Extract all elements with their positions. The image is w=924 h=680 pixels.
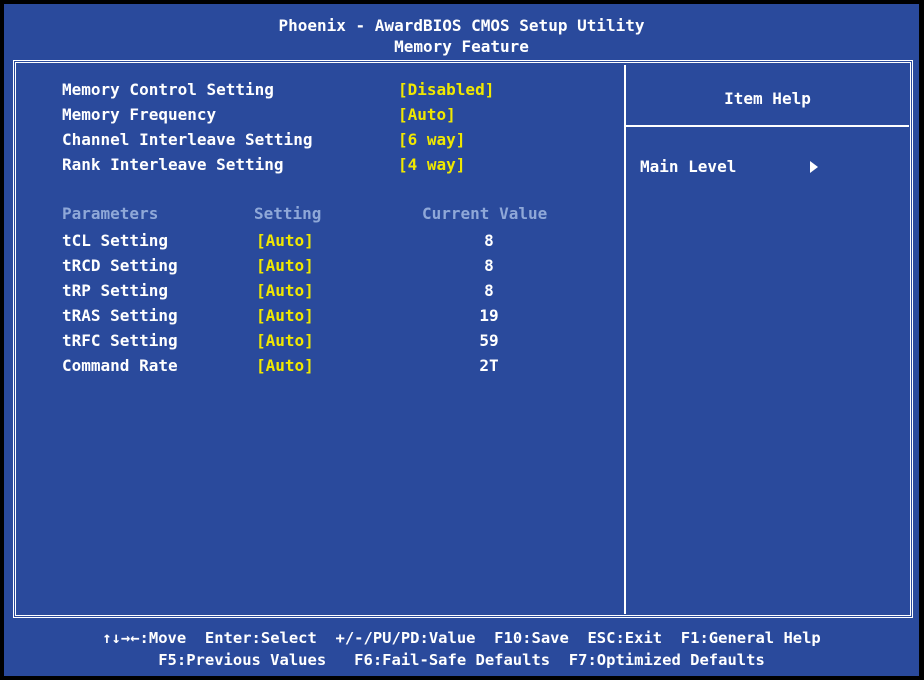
footer-keys-line1: ↑↓→←:Move Enter:Select +/-/PU/PD:Value F… [102, 629, 821, 647]
params-header-setting: Setting [254, 204, 322, 223]
main-level-label: Main Level [640, 157, 737, 176]
setting-label: Rank Interleave Setting [62, 155, 284, 174]
param-setting[interactable]: [Auto] [256, 281, 314, 301]
param-label: tCL Setting [62, 231, 168, 250]
screen: Phoenix - AwardBIOS CMOS Setup Utility M… [0, 0, 924, 680]
setting-label: Memory Control Setting [62, 80, 274, 99]
param-current: 59 [479, 331, 499, 350]
param-setting[interactable]: [Auto] [256, 356, 314, 376]
footer-keys-line2: F5:Previous Values F6:Fail-Safe Defaults… [158, 651, 765, 669]
param-current: 8 [484, 256, 494, 275]
help-header-divider [626, 125, 909, 127]
param-label: tRFC Setting [62, 331, 178, 350]
page-title: Memory Feature [394, 37, 529, 56]
param-label: Command Rate [62, 356, 178, 375]
item-help-title: Item Help [724, 89, 811, 108]
help-divider [624, 65, 626, 614]
param-setting[interactable]: [Auto] [256, 256, 314, 276]
param-setting[interactable]: [Auto] [256, 331, 314, 351]
setting-value[interactable]: [Disabled] [398, 80, 494, 100]
param-setting[interactable]: [Auto] [256, 231, 314, 251]
params-header-current: Current Value [422, 204, 548, 223]
setting-value[interactable]: [4 way] [398, 155, 465, 175]
param-setting[interactable]: [Auto] [256, 306, 314, 326]
param-label: tRCD Setting [62, 256, 178, 275]
param-label: tRP Setting [62, 281, 168, 300]
setting-value[interactable]: [Auto] [398, 105, 456, 125]
param-current: 19 [479, 306, 499, 325]
bios-setup-window: Phoenix - AwardBIOS CMOS Setup Utility M… [4, 4, 919, 676]
triangle-right-icon [810, 161, 818, 173]
param-current: 8 [484, 231, 494, 250]
param-current: 8 [484, 281, 494, 300]
params-header-parameters: Parameters [62, 204, 159, 223]
param-label: tRAS Setting [62, 306, 178, 325]
app-title: Phoenix - AwardBIOS CMOS Setup Utility [278, 16, 645, 35]
setting-label: Channel Interleave Setting [62, 130, 313, 149]
setting-label: Memory Frequency [62, 105, 217, 124]
setting-value[interactable]: [6 way] [398, 130, 465, 150]
param-current: 2T [479, 356, 499, 375]
